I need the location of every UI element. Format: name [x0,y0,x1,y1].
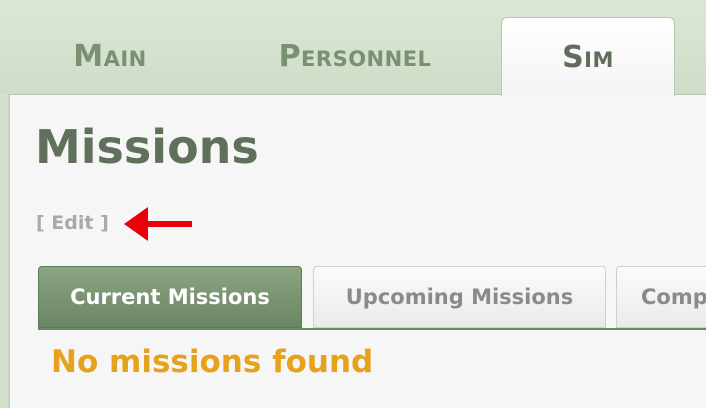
tab-current-missions[interactable]: Current Missions [38,266,302,328]
nav-tab-main[interactable]: Main [40,18,180,94]
edit-link[interactable]: [ Edit ] [36,212,109,234]
nav-tab-sim[interactable]: Sim [501,17,675,96]
tab-completed-missions[interactable]: Comp [616,266,706,328]
page-title: Missions [35,120,259,174]
empty-state-message: No missions found [51,344,374,380]
sub-tabs-underline [38,328,706,330]
red-arrow-left-icon [124,207,192,241]
mission-sub-tabs: Current Missions Upcoming Missions Comp [38,266,706,330]
nav-tab-personnel[interactable]: Personnel [250,18,460,94]
tab-upcoming-missions[interactable]: Upcoming Missions [313,266,606,328]
